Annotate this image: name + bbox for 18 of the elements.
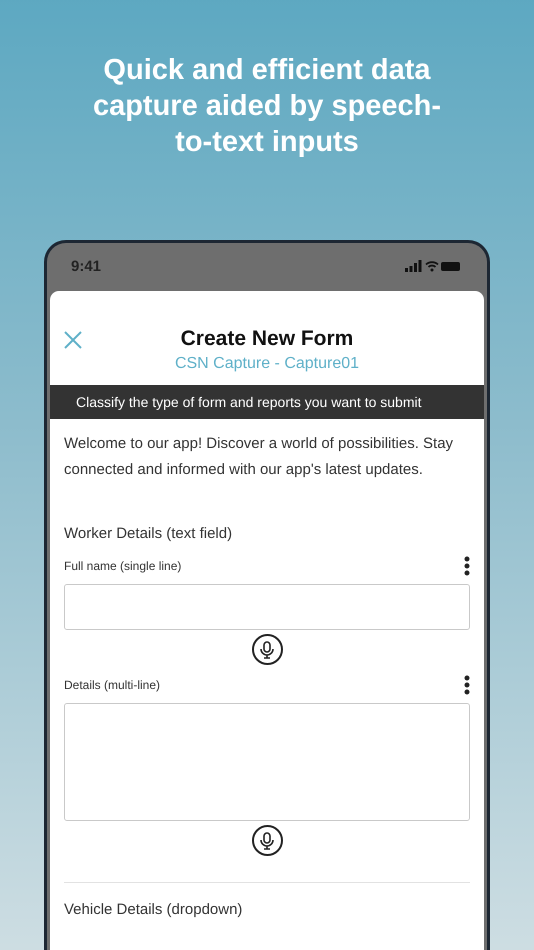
microphone-icon	[259, 640, 275, 658]
input-field[interactable]	[64, 584, 470, 630]
field-label: Details (multi-line)	[64, 678, 160, 692]
form-title: Create New Form	[180, 327, 354, 351]
microphone-button[interactable]	[252, 825, 282, 856]
section-title: Worker Details (text field)	[64, 525, 234, 542]
field-label: Full name (single line)	[64, 559, 182, 573]
headline: Quick and efficient data capture aided by speech-to-text inputs	[92, 53, 442, 160]
more-icon[interactable]	[464, 675, 470, 695]
info-banner: Classify the type of form and reports you want to submit	[50, 385, 484, 419]
microphone-icon	[259, 832, 275, 850]
status-icons	[405, 260, 461, 272]
section-title: Vehicle Details (dropdown)	[64, 901, 244, 918]
status-time: 9:41	[71, 258, 102, 274]
microphone-button[interactable]	[252, 634, 282, 665]
more-icon[interactable]	[464, 556, 470, 576]
form-subtitle: CSN Capture - Capture01	[174, 355, 360, 373]
intro-text: Welcome to our app! Discover a world of possibilities. Stay connected and informed with our app's latest updates.	[64, 434, 454, 480]
